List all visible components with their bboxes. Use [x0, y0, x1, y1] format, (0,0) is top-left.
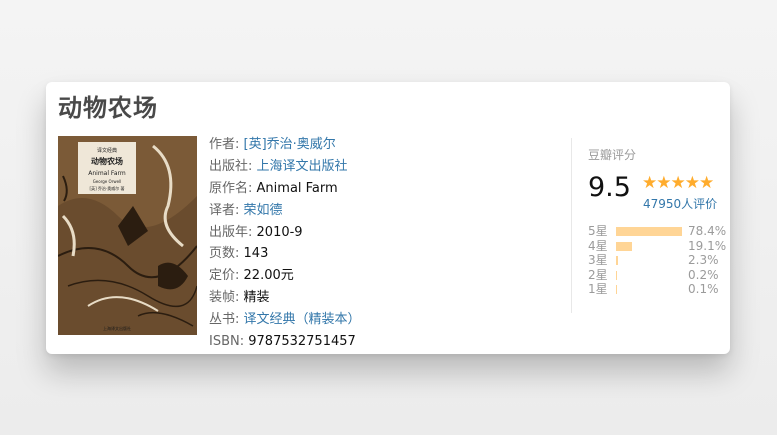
cover-author-cn: [英] 乔治·奥威尔 著 [89, 186, 125, 191]
rating-summary: 豆瓣评分 9.5 ★★★★★ 47950人评价 [588, 146, 717, 211]
rating-row-1: 1星 0.1% [588, 282, 719, 297]
rating-row-label: 3星 [588, 253, 608, 268]
rating-row-percent: 0.1% [688, 282, 719, 297]
star-rating-icon: ★★★★★ [642, 173, 714, 193]
rating-row-2: 2星 0.2% [588, 267, 719, 283]
rating-row-percent: 2.3% [688, 253, 719, 268]
info-label: 译者: [209, 202, 240, 218]
rating-score: 9.5 [588, 172, 631, 203]
cover-title-en: Animal Farm [88, 170, 126, 177]
rating-title: 豆瓣评分 [588, 148, 637, 162]
info-label: 丛书: [209, 312, 240, 328]
info-label: 出版年: [209, 224, 253, 240]
info-label: 原作名: [209, 180, 253, 196]
pub-year-value: 2010-9 [256, 224, 303, 240]
section-divider [571, 138, 572, 313]
rating-row-3: 3星 2.3% [588, 253, 719, 268]
info-row-pages: 页数: 143 [209, 243, 361, 265]
info-row-isbn: ISBN: 9787532751457 [209, 331, 361, 353]
info-label: 页数: [209, 246, 240, 262]
price-value: 22.00元 [243, 268, 294, 284]
info-label: 作者: [209, 137, 240, 152]
rating-bar [616, 285, 617, 295]
info-label: 出版社: [209, 158, 253, 174]
info-row-series: 丛书: 译文经典（精装本） [209, 309, 361, 331]
cover-author-en: George Orwell [92, 179, 122, 184]
rating-bar [616, 256, 618, 266]
info-row-price: 定价: 22.00元 [209, 265, 361, 287]
cover-publisher: 上海译文出版社 [103, 326, 131, 331]
rating-row-label: 1星 [588, 282, 608, 297]
rating-bar [616, 270, 617, 280]
cover-title-cn: 动物农场 [91, 157, 123, 166]
series-link[interactable]: 译文经典（精装本） [244, 312, 361, 327]
info-row-binding: 装帧: 精装 [209, 287, 361, 309]
rating-row-label: 4星 [588, 238, 608, 253]
cover-title-panel: 译文经典 动物农场 Animal Farm George Orwell [英] … [78, 142, 136, 194]
rating-distribution: 5星 78.4% 4星 19.1% 3星 2.3% 2星 0.2% 1星 0.1… [588, 224, 726, 297]
rating-row-percent: 0.2% [688, 267, 719, 282]
book-cover-image[interactable]: 译文经典 动物农场 Animal Farm George Orwell [英] … [58, 136, 197, 335]
rating-row-5: 5星 78.4% [588, 224, 726, 239]
rating-bar [616, 227, 682, 236]
info-row-publisher: 出版社: 上海译文出版社 [209, 156, 361, 178]
binding-value: 精装 [243, 290, 270, 306]
pages-value: 143 [243, 246, 269, 262]
rating-row-percent: 78.4% [688, 224, 727, 238]
rating-row-label: 2星 [588, 267, 608, 282]
info-row-pub-year: 出版年: 2010-9 [209, 222, 361, 244]
rating-row-percent: 19.1% [688, 238, 727, 253]
info-row-author: 作者: [英]乔治·奥威尔 [209, 134, 361, 156]
rating-row-4: 4星 19.1% [588, 238, 726, 254]
rating-bar [616, 241, 633, 251]
publisher-link[interactable]: 上海译文出版社 [257, 159, 348, 174]
cover-series: 译文经典 [96, 148, 117, 154]
info-label: 定价: [209, 268, 240, 284]
info-label: ISBN: [209, 334, 245, 350]
original-title-value: Animal Farm [256, 180, 338, 196]
info-label: 装帧: [209, 290, 240, 306]
translator-link[interactable]: 荣如德 [244, 203, 283, 218]
book-title: 动物农场 [58, 94, 158, 122]
author-link[interactable]: [英]乔治·奥威尔 [244, 137, 336, 152]
rating-row-label: 5星 [588, 224, 608, 238]
book-info: 作者: [英]乔治·奥威尔 出版社: 上海译文出版社 原作名: Animal F… [209, 134, 361, 353]
book-card: 动物农场 译文经典 动物农场 Animal Farm George Orwell… [46, 82, 730, 354]
info-row-original-title: 原作名: Animal Farm [209, 178, 361, 200]
info-row-translator: 译者: 荣如德 [209, 200, 361, 222]
isbn-value: 9787532751457 [248, 334, 356, 350]
rating-count-link[interactable]: 47950人评价 [643, 195, 717, 212]
